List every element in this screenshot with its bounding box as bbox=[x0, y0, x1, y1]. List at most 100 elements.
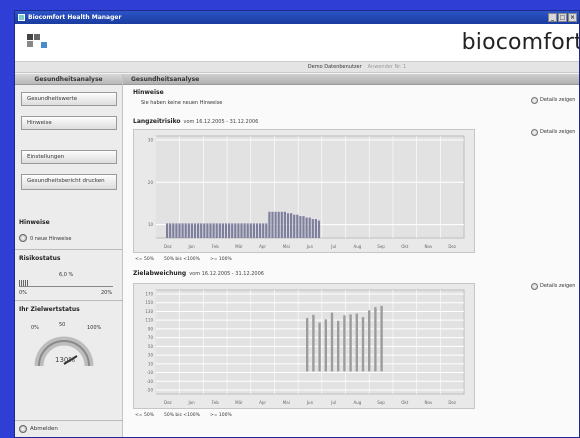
x-tick-label: Feb bbox=[212, 400, 220, 405]
legend-item-high: >= 100% bbox=[209, 413, 232, 418]
bar bbox=[259, 223, 262, 238]
close-icon[interactable]: × bbox=[568, 13, 577, 22]
x-tick-label: Dez bbox=[164, 244, 172, 249]
bar bbox=[249, 223, 252, 238]
einstellungen-button[interactable]: Einstellungen bbox=[21, 150, 117, 164]
zielabweichung-details-button[interactable]: Details zeigen bbox=[531, 281, 577, 291]
bar bbox=[172, 223, 175, 238]
bar bbox=[277, 211, 280, 238]
y-tick-label: 30 bbox=[148, 138, 154, 143]
x-tick-label: Okt bbox=[401, 244, 408, 249]
bar bbox=[305, 217, 308, 238]
bar bbox=[200, 223, 203, 238]
bar bbox=[380, 305, 383, 372]
x-tick-label: Dez bbox=[164, 400, 172, 405]
hinweise-heading: Hinweise bbox=[19, 219, 50, 226]
y-tick-label: 90 bbox=[148, 326, 154, 331]
info-icon bbox=[19, 234, 27, 242]
bar bbox=[293, 214, 296, 238]
x-tick-label: Mai bbox=[283, 244, 290, 249]
bar bbox=[246, 223, 249, 238]
bar bbox=[215, 223, 218, 238]
title-bar: Biocomfort Health Manager _ □ × bbox=[15, 11, 579, 24]
x-tick-label: Jul bbox=[330, 400, 336, 405]
langzeitrisiko-title: Langzeitrisiko vom 16.12.2005 - 31.12.200… bbox=[133, 118, 258, 125]
risiko-value: 6,0 % bbox=[59, 272, 74, 278]
bar bbox=[255, 223, 259, 238]
sidebar: Gesundheitsanalyse Gesundheitswerte Hinw… bbox=[15, 74, 123, 437]
bar bbox=[221, 223, 224, 238]
langzeitrisiko-chart-svg: 30 20 10 Dez Jan Feb Mär Apr Mai Jun Jul Aug Sep Okt N… bbox=[148, 135, 465, 249]
bar bbox=[337, 320, 340, 372]
header: biocomfort bbox=[15, 24, 579, 62]
zielabweichung-label: Zielabweichung bbox=[133, 270, 187, 277]
details-icon bbox=[531, 96, 538, 104]
hinweise-section-title: Hinweise bbox=[133, 89, 164, 96]
risiko-scale bbox=[19, 280, 113, 287]
zielabweichung-range: vom 16.12.2005 - 31.12.2006 bbox=[189, 271, 264, 277]
bar bbox=[330, 312, 334, 372]
bar bbox=[190, 223, 193, 238]
bar bbox=[184, 223, 187, 238]
bar bbox=[166, 223, 169, 238]
y-tick-label: 30 bbox=[148, 353, 154, 358]
bar bbox=[280, 211, 283, 238]
x-tick-label: Sep bbox=[377, 244, 385, 249]
zielwertstatus-heading: Ihr Zielwertstatus bbox=[19, 306, 80, 313]
sidebar-tab-gesundheitsanalyse[interactable]: Gesundheitsanalyse bbox=[15, 74, 122, 85]
gauge-mid: 50 bbox=[59, 322, 66, 328]
y-tick-label: 20 bbox=[148, 180, 154, 185]
details-label: Details zeigen bbox=[540, 97, 576, 103]
bar bbox=[306, 318, 309, 372]
bar bbox=[274, 211, 277, 238]
bar bbox=[197, 223, 200, 238]
y-tick-label: 10 bbox=[148, 222, 154, 227]
hinweise-message: Sie haben keine neuen Hinweise bbox=[141, 100, 223, 106]
bar bbox=[231, 223, 234, 238]
zielabweichung-chart-svg: 170 150 130 110 90 70 50 30 10 -10 -30 -50 Dez Jan Feb… bbox=[145, 289, 465, 405]
minimize-icon[interactable]: _ bbox=[548, 13, 557, 22]
bar bbox=[175, 223, 178, 238]
gesundheitsbericht-drucken-button[interactable]: Gesundheitsbericht drucken bbox=[21, 174, 117, 190]
risiko-max: 20% bbox=[101, 290, 113, 296]
langzeitrisiko-label: Langzeitrisiko bbox=[133, 118, 181, 125]
x-tick-label: Mär bbox=[235, 244, 243, 249]
x-tick-label: Nov bbox=[425, 400, 433, 405]
bar bbox=[343, 315, 346, 372]
bar bbox=[181, 223, 184, 238]
bar bbox=[209, 223, 212, 238]
main-content: Gesundheitsanalyse Hinweise Sie haben ke… bbox=[123, 74, 579, 437]
gesundheitswerte-button[interactable]: Gesundheitswerte bbox=[21, 92, 117, 106]
y-tick-label: 10 bbox=[148, 361, 154, 366]
y-tick-label: 50 bbox=[148, 344, 154, 349]
x-tick-label: Jan bbox=[187, 244, 195, 249]
bar bbox=[324, 319, 327, 372]
x-tick-label: Mai bbox=[283, 400, 290, 405]
hinweise-button[interactable]: Hinweise bbox=[21, 116, 117, 130]
hinweise-details-button[interactable]: Details zeigen bbox=[531, 95, 577, 105]
legend-item-high: >= 100% bbox=[209, 257, 232, 262]
legend-item-mid: 50% bis <100% bbox=[163, 413, 200, 418]
main-tab-gesundheitsanalyse: Gesundheitsanalyse bbox=[123, 74, 579, 85]
x-tick-label: Dez bbox=[448, 244, 456, 249]
user-secondary: Anwender Nr. 1 bbox=[367, 64, 407, 70]
logout-icon[interactable] bbox=[19, 425, 27, 433]
bar bbox=[178, 223, 181, 238]
langzeitrisiko-range: vom 16.12.2005 - 31.12.2006 bbox=[183, 119, 259, 125]
x-tick-label: Aug bbox=[353, 400, 361, 405]
maximize-icon[interactable]: □ bbox=[558, 13, 567, 22]
y-tick-label: 110 bbox=[145, 318, 153, 323]
zielabweichung-title: Zielabweichung vom 16.12.2005 - 31.12.200… bbox=[133, 270, 264, 277]
bar bbox=[203, 223, 206, 238]
x-tick-label: Apr bbox=[259, 400, 266, 405]
langzeitrisiko-details-button[interactable]: Details zeigen bbox=[531, 127, 577, 137]
x-tick-label: Jun bbox=[306, 244, 314, 249]
x-tick-label: Jul bbox=[330, 244, 336, 249]
bar bbox=[187, 223, 190, 238]
bar bbox=[193, 223, 197, 238]
bar bbox=[243, 223, 246, 238]
risiko-min: 0% bbox=[19, 290, 27, 296]
bar bbox=[206, 223, 209, 238]
app-window: Biocomfort Health Manager _ □ × biocomfo… bbox=[14, 10, 580, 438]
logout-link[interactable]: Abmelden bbox=[30, 426, 58, 432]
